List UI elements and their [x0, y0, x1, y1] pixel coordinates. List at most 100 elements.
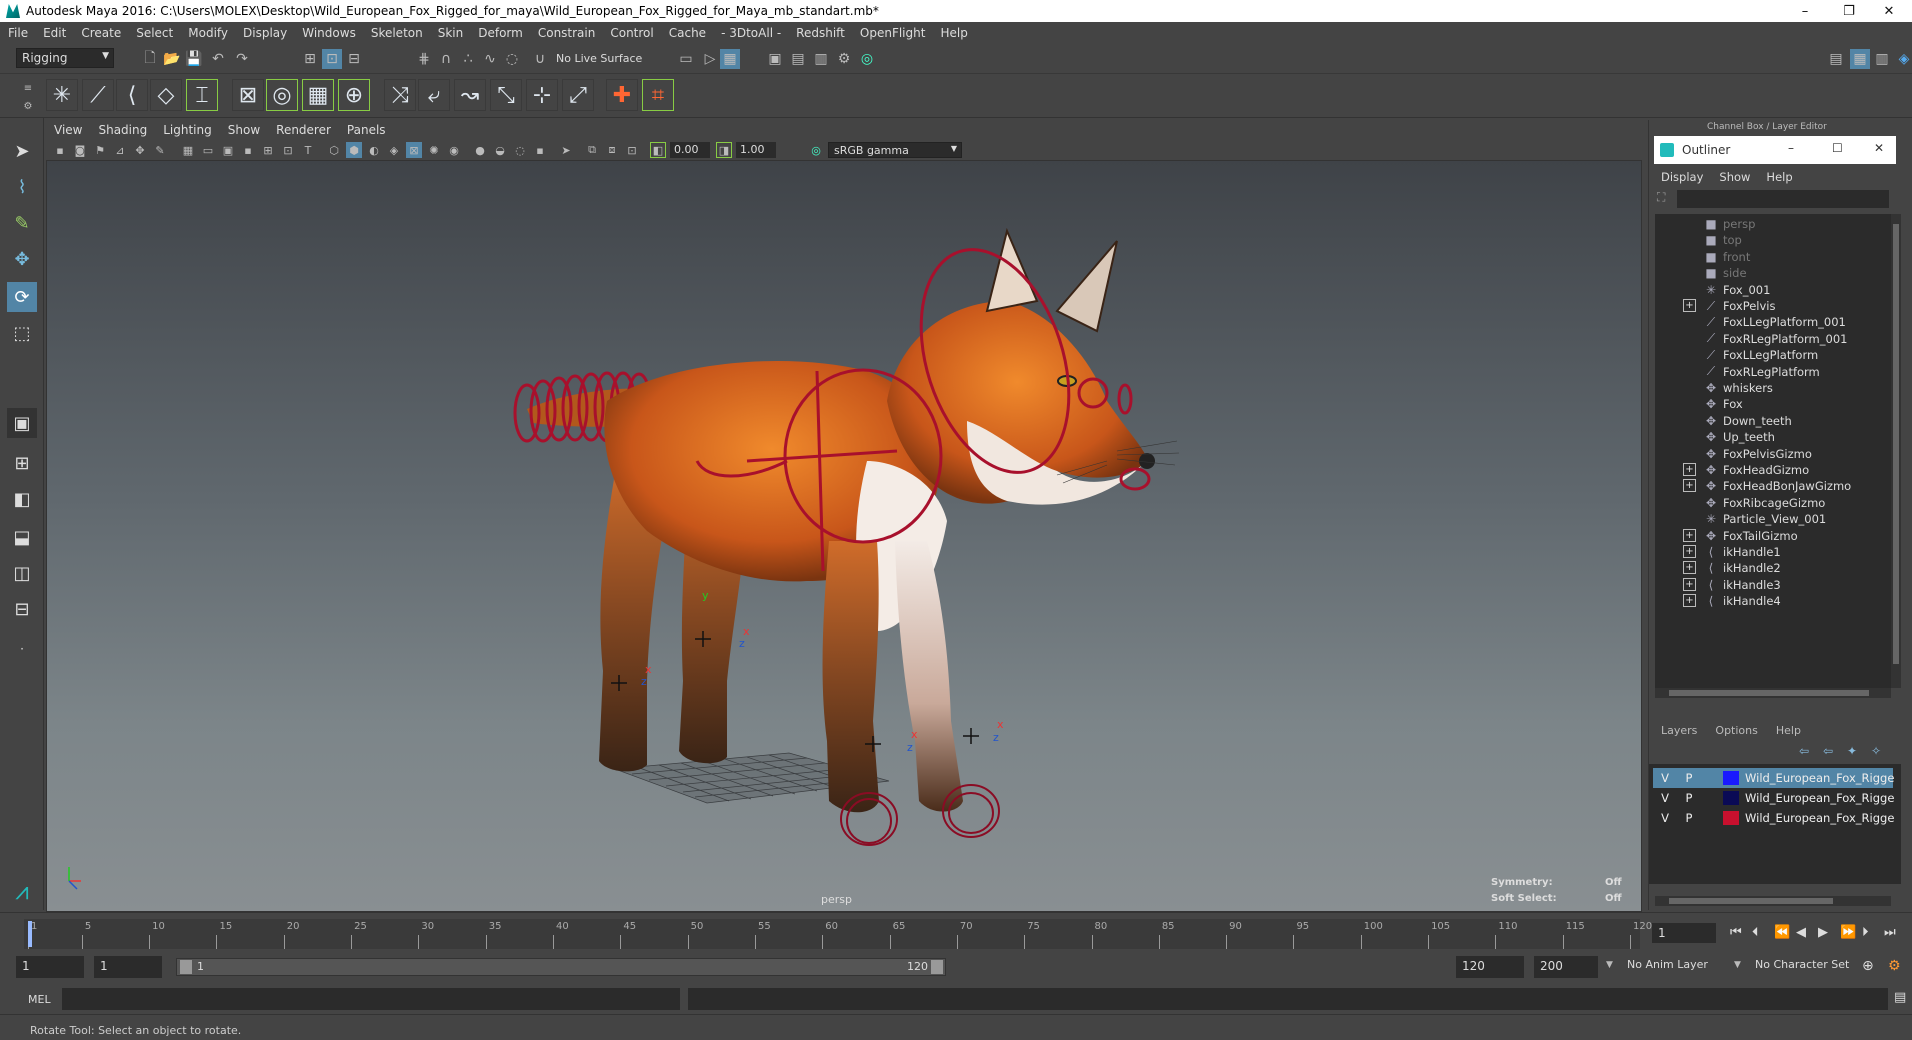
lattice-icon[interactable]: ⊠ — [232, 79, 264, 111]
outliner-item[interactable]: + ✥ FoxTailGizmo — [1655, 528, 1891, 544]
viewport-menu-lighting[interactable]: Lighting — [163, 123, 212, 137]
two-d-pan-icon[interactable]: ✥ — [132, 142, 148, 158]
exposure-icon[interactable]: ◧ — [650, 142, 666, 158]
film-gate-icon[interactable]: ▭ — [200, 142, 216, 158]
xray-joints-icon[interactable]: ⧈ — [604, 142, 620, 158]
locator-shelf-icon[interactable]: ✚ — [606, 79, 638, 111]
outliner-close-button[interactable]: ✕ — [1874, 141, 1884, 155]
paint-select-tool-icon[interactable]: ✎ — [7, 208, 37, 238]
shelf-settings-icon[interactable]: ⚙ — [18, 96, 38, 116]
gamma-field[interactable]: 1.00 — [736, 142, 776, 158]
hypershade-icon[interactable]: ◎ — [857, 49, 877, 69]
script-editor-icon[interactable]: ▤ — [1894, 990, 1906, 1005]
create-joint-icon[interactable]: ✳ — [46, 79, 78, 111]
layer-color-swatch[interactable] — [1723, 771, 1739, 785]
outliner-item[interactable]: + ⟨ ikHandle3 — [1655, 577, 1891, 593]
resolution-gate-icon[interactable]: ▣ — [220, 142, 236, 158]
select-hierarchy-icon[interactable]: ⊞ — [300, 49, 320, 69]
outliner-vscrollbar[interactable] — [1891, 214, 1901, 688]
outliner-item[interactable]: + ⟨ ikHandle2 — [1655, 560, 1891, 576]
step-forward-icon[interactable]: ⏵ — [1862, 925, 1869, 940]
outliner-item[interactable]: ⟋ FoxRLegPlatform_001 — [1655, 331, 1891, 347]
outliner-item[interactable]: ✥ Down_teeth — [1655, 413, 1891, 429]
close-button[interactable]: ✕ — [1866, 0, 1912, 22]
viewport-menu-panels[interactable]: Panels — [347, 123, 386, 137]
input-ops-icon[interactable]: ▭ — [676, 49, 696, 69]
layer-row[interactable]: V P Wild_European_Fox_Rigged — [1653, 768, 1895, 788]
character-set-dropdown[interactable]: No Character Set — [1750, 956, 1866, 978]
expand-icon[interactable]: + — [1683, 528, 1696, 542]
expand-icon[interactable]: + — [1683, 463, 1696, 476]
layers-menu-help[interactable]: Help — [1776, 724, 1801, 740]
exposure-field[interactable]: 0.00 — [670, 142, 710, 158]
snap-grid-icon[interactable]: ⋕ — [414, 49, 434, 69]
lasso-tool-icon[interactable]: ⌇ — [7, 172, 37, 202]
outliner-item[interactable]: ✥ FoxPelvisGizmo — [1655, 446, 1891, 462]
layer-playback-toggle[interactable]: P — [1681, 791, 1697, 805]
snap-curve-icon[interactable]: ∩ — [436, 49, 456, 69]
scale-tool-icon[interactable]: ⬚ — [7, 318, 37, 348]
expand-icon[interactable]: + — [1683, 561, 1696, 575]
isolate-select-icon[interactable]: ➤ — [558, 142, 574, 158]
menu-modify[interactable]: Modify — [188, 26, 228, 40]
menu-constrain[interactable]: Constrain — [538, 26, 596, 40]
render-frame-icon[interactable]: ▤ — [788, 49, 808, 69]
outliner-item[interactable]: ⟋ FoxRLegPlatform — [1655, 364, 1891, 380]
render-settings-icon[interactable]: ⚙ — [834, 49, 854, 69]
menu-cache[interactable]: Cache — [669, 26, 706, 40]
snap-point-icon[interactable]: ∴ — [458, 49, 478, 69]
outliner-item[interactable]: + ✥ FoxHeadGizmo — [1655, 462, 1891, 478]
ipr-render-icon[interactable]: ▥ — [811, 49, 831, 69]
layer-color-swatch[interactable] — [1723, 811, 1739, 825]
outliner-item[interactable]: ✳ Fox_001 — [1655, 282, 1891, 298]
perspective-viewport[interactable]: xz xz y xz xz persp Symmetry: Off Soft S… — [46, 160, 1642, 912]
outliner-menu-help[interactable]: Help — [1766, 170, 1792, 188]
open-scene-icon[interactable]: 📂 — [162, 49, 182, 69]
go-to-start-icon[interactable]: ⏮ — [1730, 925, 1742, 940]
single-perspective-layout-icon[interactable]: ▣ — [7, 408, 37, 438]
menu-display[interactable]: Display — [243, 26, 287, 40]
menu-edit[interactable]: Edit — [43, 26, 66, 40]
layer-move-up-icon[interactable]: ⇦ — [1799, 744, 1809, 758]
outliner-menu-show[interactable]: Show — [1719, 170, 1750, 188]
outliner-item[interactable]: + ⟨ ikHandle4 — [1655, 593, 1891, 609]
viewport-menu-renderer[interactable]: Renderer — [276, 123, 331, 137]
attribute-editor-icon[interactable]: ◈ — [1894, 49, 1912, 69]
current-time-indicator[interactable] — [28, 921, 32, 947]
range-start-handle[interactable] — [180, 960, 192, 974]
outliner-minimize-button[interactable]: – — [1788, 141, 1794, 155]
screen-space-ao-icon[interactable]: ● — [472, 142, 488, 158]
persp-uv-layout-icon[interactable]: ⊟ — [7, 594, 37, 624]
outliner-item[interactable]: + ⟨ ikHandle1 — [1655, 544, 1891, 560]
outliner-menu-display[interactable]: Display — [1661, 170, 1703, 188]
shelf-menu-icon[interactable]: ≡ — [18, 78, 38, 98]
color-space-dropdown[interactable]: sRGB gamma ▼ — [828, 142, 962, 158]
menu-skin[interactable]: Skin — [438, 26, 464, 40]
playback-end-field[interactable]: 120 — [1456, 956, 1524, 978]
layer-hscrollbar[interactable] — [1655, 896, 1891, 906]
outliner-item[interactable]: ⟋ FoxLLegPlatform — [1655, 347, 1891, 363]
outliner-item[interactable]: ■ front — [1655, 249, 1891, 265]
play-back-icon[interactable]: ◀ — [1796, 925, 1806, 940]
select-object-icon[interactable]: ⊡ — [322, 49, 342, 69]
tool-settings-icon[interactable]: ▥ — [1872, 49, 1892, 69]
expand-icon[interactable]: + — [1683, 577, 1696, 591]
menu-select[interactable]: Select — [136, 26, 173, 40]
menu-windows[interactable]: Windows — [302, 26, 356, 40]
gate-mask-icon[interactable]: ▪ — [240, 142, 256, 158]
persp-outliner-layout-icon[interactable]: ◧ — [7, 484, 37, 514]
outliner-item[interactable]: ✳ Particle_View_001 — [1655, 511, 1891, 527]
layer-visibility-toggle[interactable]: V — [1657, 791, 1673, 805]
save-scene-icon[interactable]: 💾 — [184, 49, 204, 69]
ik-spline-icon[interactable]: ⟨ — [116, 79, 148, 111]
chevron-down-icon[interactable]: ▼ — [1606, 960, 1613, 970]
wireframe-icon[interactable]: ⬡ — [326, 142, 342, 158]
snap-surface-icon[interactable]: ◌ — [502, 49, 522, 69]
play-forward-icon[interactable]: ▶ — [1818, 925, 1828, 940]
command-input[interactable] — [62, 988, 680, 1010]
expand-icon[interactable]: + — [1683, 299, 1696, 312]
minimize-button[interactable]: – — [1782, 0, 1828, 22]
menu-file[interactable]: File — [8, 26, 28, 40]
layer-playback-toggle[interactable]: P — [1681, 771, 1697, 785]
anim-layer-dropdown[interactable]: No Anim Layer — [1622, 956, 1738, 978]
